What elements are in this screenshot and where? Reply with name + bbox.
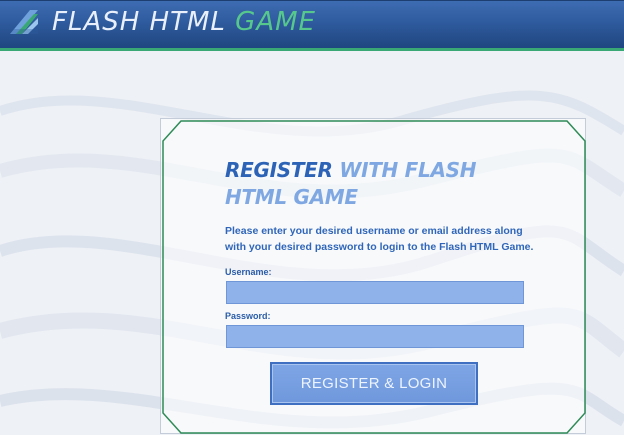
register-login-button[interactable]: REGISTER & LOGIN (270, 362, 478, 405)
register-panel: REGISTER WITH FLASH HTML GAME Please ent… (160, 118, 586, 434)
register-heading: REGISTER WITH FLASH HTML GAME (225, 157, 525, 211)
site-title-accent: GAME (235, 7, 316, 37)
password-label: Password: (225, 311, 271, 321)
top-header-bar: FLASH HTML GAME (0, 0, 624, 51)
heading-strong: REGISTER (225, 158, 333, 182)
flash-game-logo-icon (10, 10, 38, 34)
site-title: FLASH HTML GAME (52, 6, 316, 38)
password-field[interactable] (226, 325, 524, 348)
username-field[interactable] (226, 281, 524, 304)
site-title-main: FLASH HTML (52, 7, 226, 37)
username-label: Username: (225, 267, 272, 277)
instructions-text: Please enter your desired username or em… (225, 225, 534, 253)
